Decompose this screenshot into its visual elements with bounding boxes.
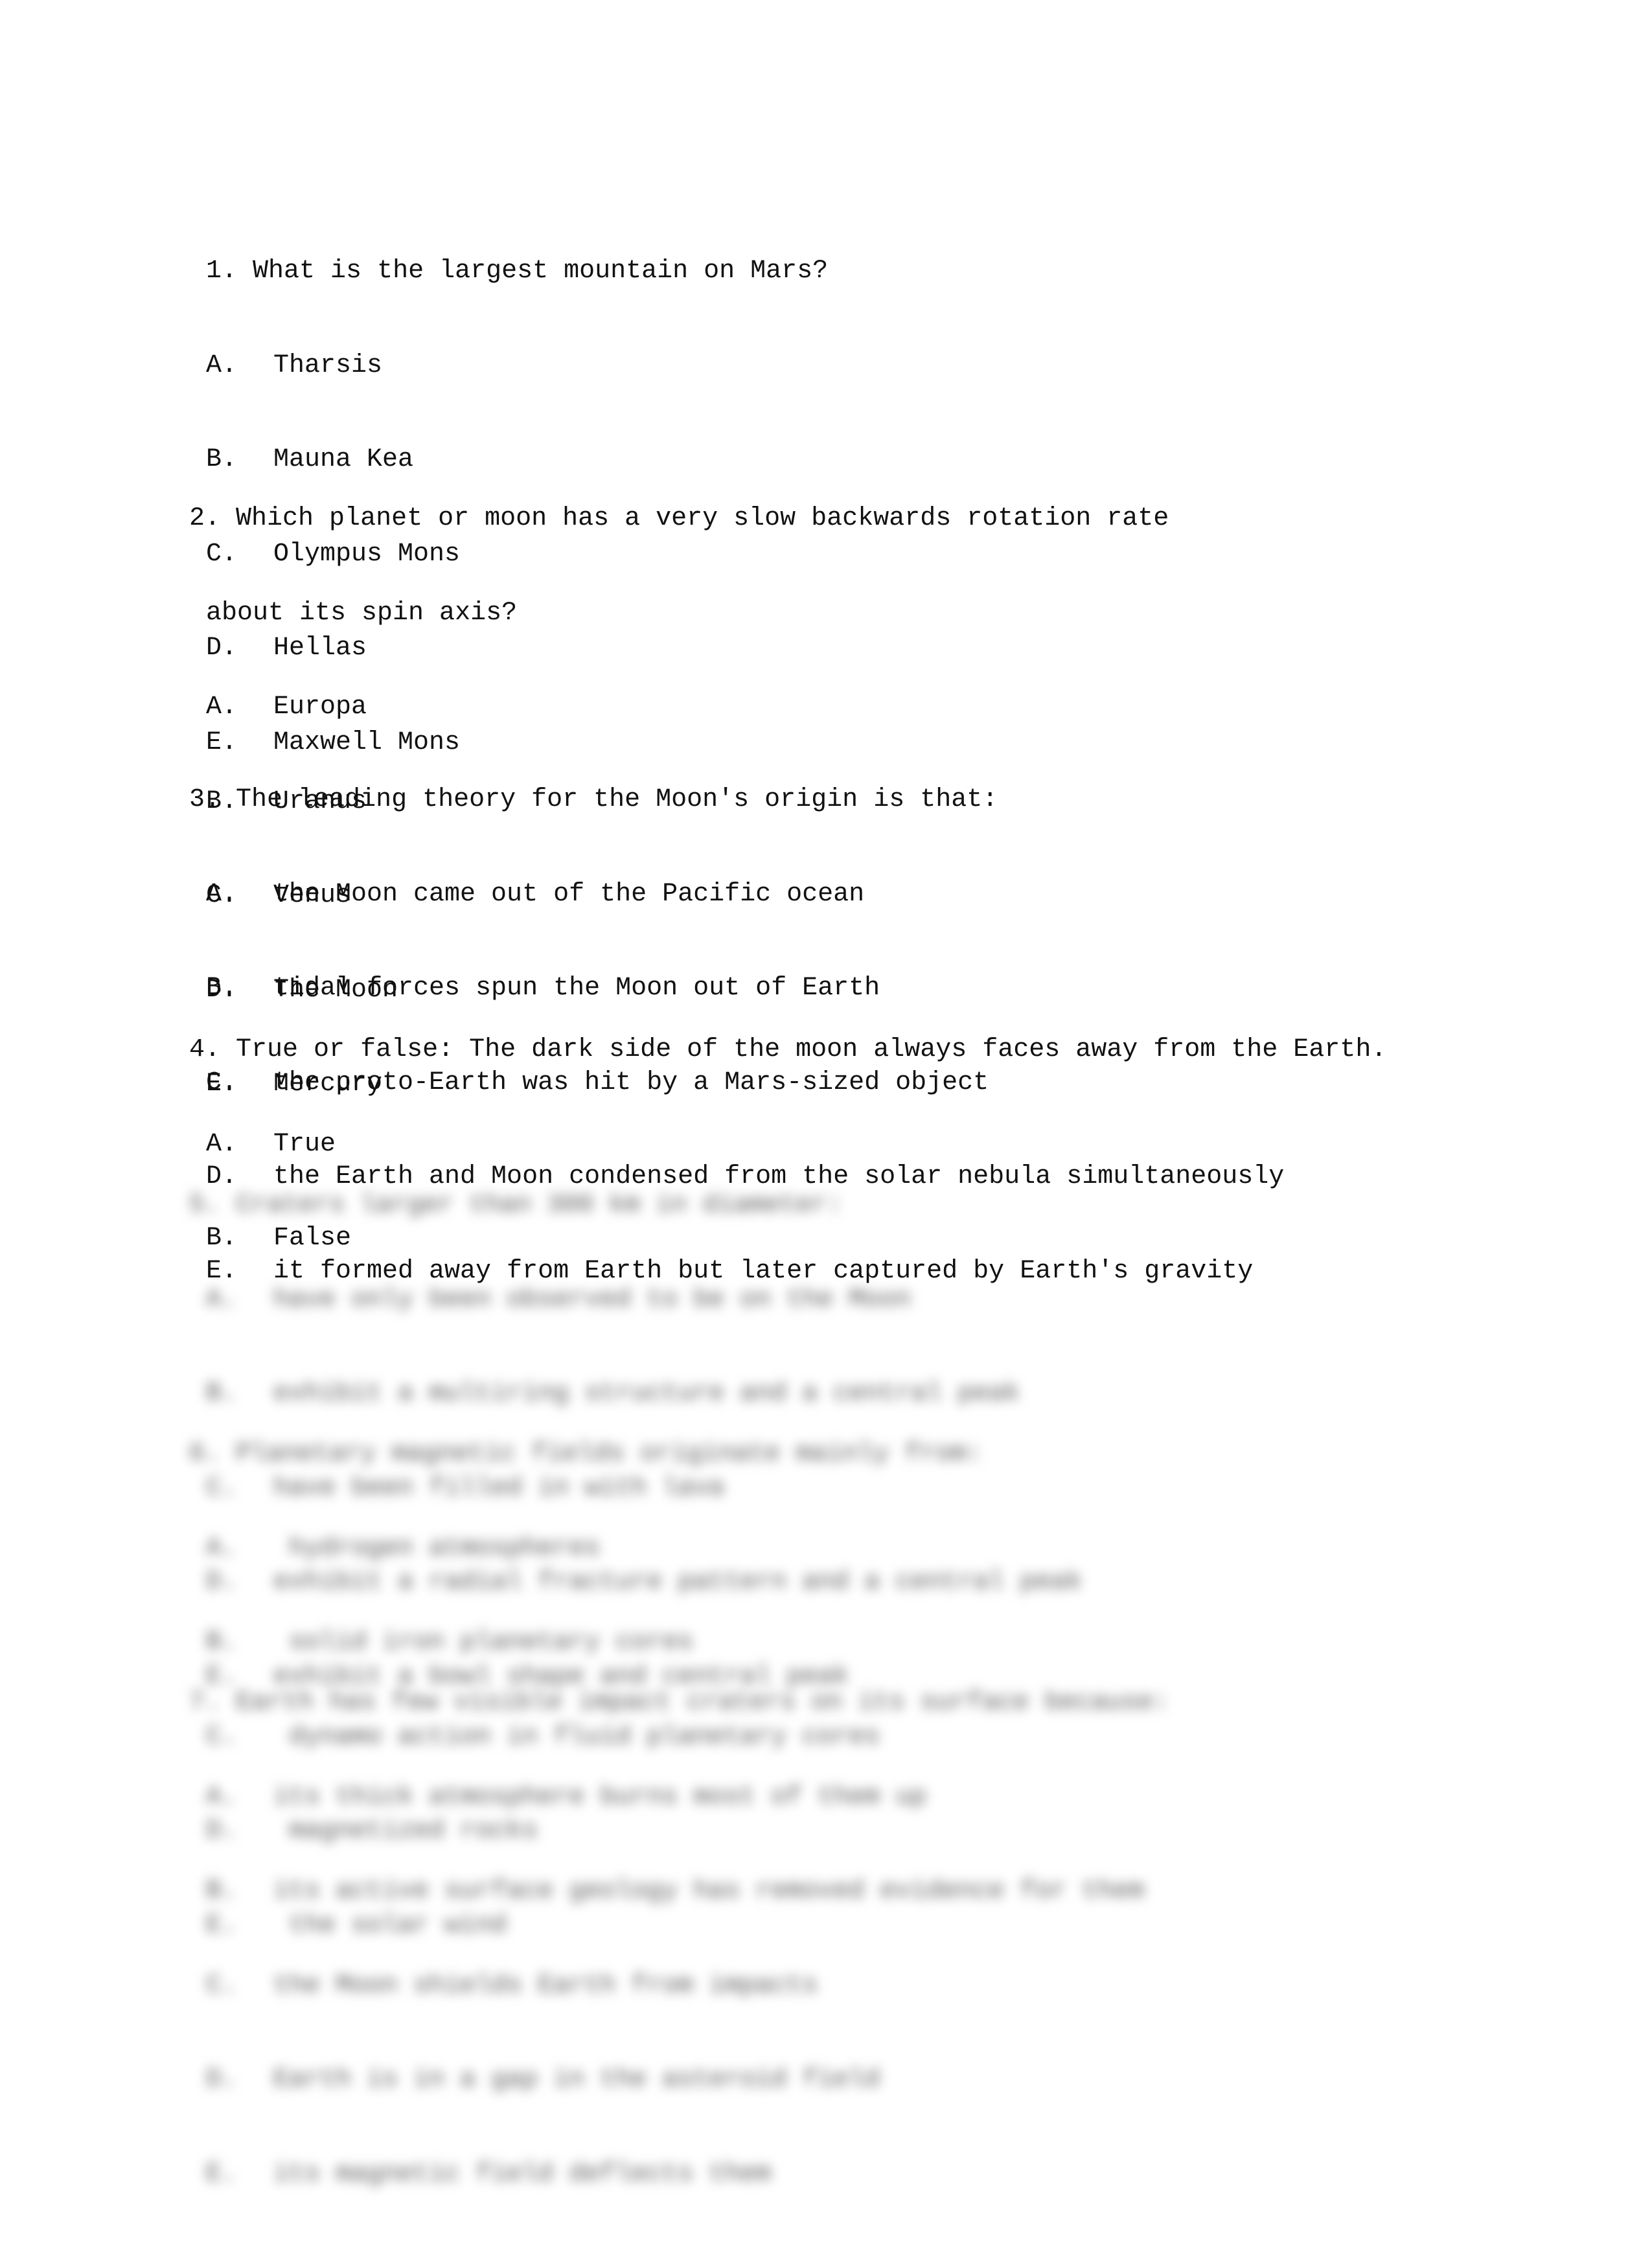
question-2-stem: 2. Which planet or moon has a very slow … bbox=[189, 504, 1169, 533]
option-7e: E. its magnetic field deflects them bbox=[206, 2159, 772, 2189]
question-5-stem: 5. Craters larger than 300 km in diamete… bbox=[189, 1191, 843, 1220]
question-7-stem: 7. Earth has few visible impact craters … bbox=[189, 1688, 1169, 1717]
question-7-blurred: 7. Earth has few visible impact craters … bbox=[189, 1625, 1169, 2253]
option-7d: D. Earth is in a gap in the asteroid fiel… bbox=[206, 2065, 880, 2094]
question-2-stem-cont: about its spin axis? bbox=[206, 598, 518, 628]
option-7c: C. the Moon shields Earth from impacts bbox=[206, 1971, 818, 2000]
option-7a: A. its thick atmosphere burns most of the… bbox=[206, 1782, 927, 1812]
question-4-stem: 4. True or false: The dark side of the m… bbox=[189, 1035, 1387, 1064]
option-5a: A. have only been observed to be on the M… bbox=[206, 1285, 912, 1314]
question-3-stem: 3. The leading theory for the Moon's ori… bbox=[189, 785, 998, 814]
option-7b: B. its active surface geology has removed… bbox=[206, 1877, 1145, 1906]
question-6-stem: 6. Planetary magnetic fields originate m… bbox=[189, 1439, 983, 1469]
question-1-stem: 1. What is the largest mountain on Mars? bbox=[206, 257, 829, 286]
option-2a: A. Europa bbox=[206, 692, 367, 722]
document-page: 1. What is the largest mountain on Mars?… bbox=[0, 0, 1652, 2189]
option-1a: A. Tharsis bbox=[206, 350, 383, 380]
option-3a: A. the Moon came out of the Pacific ocean bbox=[206, 879, 865, 909]
option-6a: A. hydrogen atmospheres bbox=[206, 1533, 601, 1563]
